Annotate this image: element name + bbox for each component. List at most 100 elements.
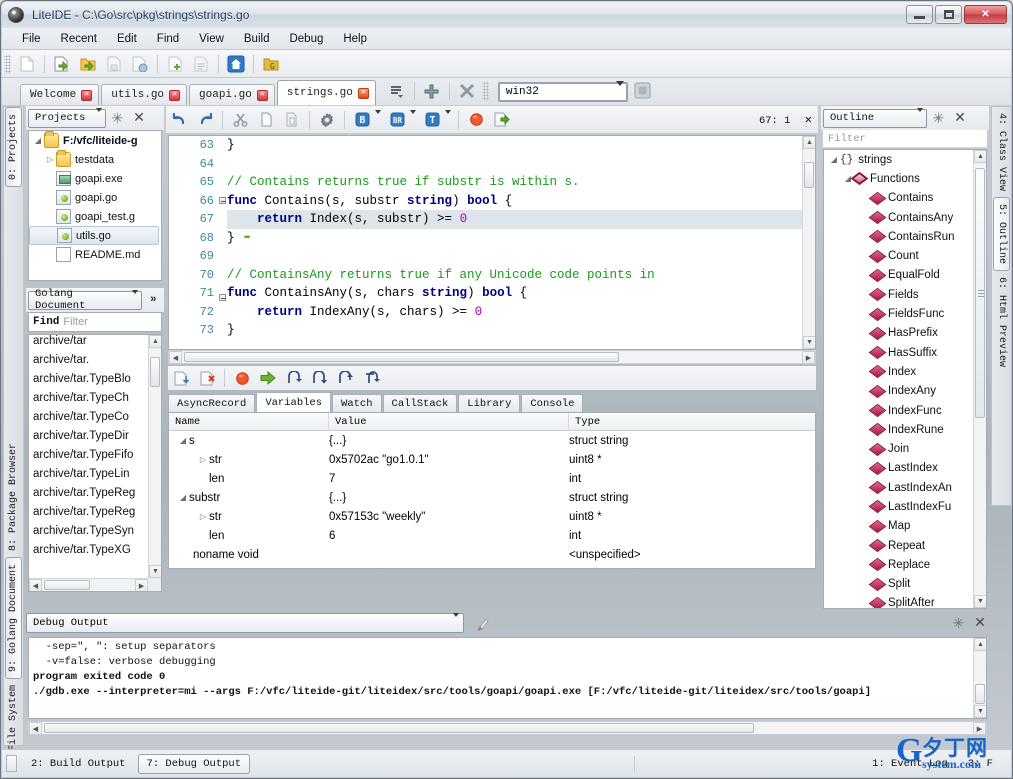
- sidebar-item-html-preview[interactable]: 6: Html Preview: [994, 271, 1009, 373]
- code-line-current[interactable]: return Index(s, substr) >= 0: [227, 210, 815, 229]
- tab-library[interactable]: Library: [458, 394, 520, 412]
- outline-row-package[interactable]: ◢ {} strings: [824, 150, 972, 169]
- golang-doc-hscrollbar[interactable]: ◀ ▶: [29, 578, 148, 591]
- outline-vscrollbar[interactable]: ▲ ▼: [973, 150, 986, 608]
- tab-watch[interactable]: Watch: [332, 394, 382, 412]
- golang-doc-find-row[interactable]: Find Filter: [28, 312, 162, 332]
- menu-file[interactable]: File: [12, 31, 51, 47]
- status-tab-event-log[interactable]: 1: Event Log: [864, 755, 956, 773]
- code-line[interactable]: // Contains returns true if substr is wi…: [227, 173, 815, 192]
- scroll-up-arrow-icon[interactable]: ▲: [974, 150, 987, 163]
- sidebar-item-package-browser[interactable]: 8: Package Browser: [6, 437, 21, 557]
- outline-row-join[interactable]: Join: [824, 439, 972, 458]
- cut-icon[interactable]: [228, 109, 252, 131]
- column-header-name[interactable]: Name: [169, 413, 329, 430]
- tab-asyncrecord[interactable]: AsyncRecord: [168, 394, 255, 412]
- scroll-thumb[interactable]: [975, 684, 985, 704]
- code-line[interactable]: [227, 247, 815, 266]
- tree-row-goapi-test-go[interactable]: goapi_test.g: [29, 207, 161, 226]
- home-icon[interactable]: [224, 53, 248, 75]
- build-t-dropdown-icon[interactable]: [445, 114, 451, 126]
- status-tab-debug-output[interactable]: 7: Debug Output: [138, 754, 251, 774]
- outline-row-indexrune[interactable]: IndexRune: [824, 420, 972, 439]
- column-header-value[interactable]: Value: [329, 413, 569, 430]
- list-item[interactable]: archive/tar.TypeXG: [29, 544, 147, 563]
- list-item[interactable]: archive/tar.TypeBlo: [29, 373, 147, 392]
- editor-tab-goapi-go[interactable]: goapi.go ✕: [189, 84, 275, 105]
- outline-row-count[interactable]: Count: [824, 246, 972, 265]
- new-file-icon[interactable]: [15, 53, 39, 75]
- outline-row-functions[interactable]: ◢ Functions: [824, 169, 972, 188]
- twisty-icon[interactable]: ▷: [197, 512, 209, 521]
- outline-row-lastindexany[interactable]: LastIndexAn: [824, 478, 972, 497]
- paste-icon[interactable]: [280, 109, 304, 131]
- output-vscrollbar[interactable]: ▲ ▼: [973, 638, 986, 718]
- twisty-icon[interactable]: ▷: [197, 455, 209, 464]
- outline-tree[interactable]: ◢ {} strings ◢ Functions Contains Contai…: [823, 149, 987, 609]
- go-tool-icon[interactable]: G: [259, 53, 283, 75]
- table-row[interactable]: ▷str 0x57153c "weekly" uint8 *: [169, 507, 815, 526]
- title-bar[interactable]: LiteIDE - C:\Go\src\pkg\strings\strings.…: [2, 2, 1011, 28]
- menu-recent[interactable]: Recent: [51, 31, 107, 47]
- twisty-icon[interactable]: ◢: [177, 493, 189, 502]
- build-t-icon[interactable]: T: [420, 109, 444, 131]
- sidebar-item-file-system[interactable]: File System: [6, 679, 21, 757]
- code-line[interactable]: [227, 155, 815, 174]
- editor-settings-gear-icon[interactable]: [315, 109, 339, 131]
- scroll-thumb[interactable]: [804, 162, 814, 188]
- outline-row-lastindex[interactable]: LastIndex: [824, 459, 972, 478]
- outline-row-containsany[interactable]: ContainsAny: [824, 208, 972, 227]
- resize-grip-icon[interactable]: [6, 755, 17, 772]
- sidebar-item-golang-document[interactable]: 9: Golang Document: [5, 557, 22, 679]
- golang-doc-selector-combo[interactable]: Golang Document: [28, 291, 142, 310]
- scroll-down-arrow-icon[interactable]: ▼: [974, 705, 987, 718]
- scroll-up-arrow-icon[interactable]: ▲: [803, 136, 816, 149]
- menu-edit[interactable]: Edit: [107, 31, 147, 47]
- table-row[interactable]: len 6 int: [169, 526, 815, 545]
- menu-find[interactable]: Find: [147, 31, 189, 47]
- tab-console[interactable]: Console: [521, 394, 583, 412]
- outline-row-replace[interactable]: Replace: [824, 555, 972, 574]
- outline-row-containsrune[interactable]: ContainsRun: [824, 227, 972, 246]
- fold-marker[interactable]: [218, 294, 227, 313]
- scroll-right-arrow-icon[interactable]: ▶: [802, 351, 815, 364]
- outline-row-indexfunc[interactable]: IndexFunc: [824, 401, 972, 420]
- list-item[interactable]: archive/tar: [29, 335, 147, 354]
- code-folding-gutter[interactable]: [218, 136, 227, 349]
- output-hscrollbar[interactable]: ◀ ▶: [28, 721, 987, 735]
- outline-row-hassuffix[interactable]: HasSuffix: [824, 343, 972, 362]
- twisty-icon[interactable]: ◢: [828, 155, 840, 164]
- code-hscrollbar[interactable]: ◀ ▶: [168, 350, 816, 364]
- code-line[interactable]: }: [227, 321, 815, 340]
- toolbar-grip[interactable]: [4, 54, 11, 74]
- scroll-left-arrow-icon[interactable]: ◀: [29, 722, 42, 735]
- tab-close-icon[interactable]: ✕: [169, 90, 180, 101]
- menu-view[interactable]: View: [189, 31, 234, 47]
- scroll-down-arrow-icon[interactable]: ▼: [803, 336, 816, 349]
- column-header-type[interactable]: Type: [569, 413, 815, 430]
- tree-row-root[interactable]: ◢ F:/vfc/liteide-g: [29, 131, 161, 150]
- table-row[interactable]: ▷str 0x5702ac "go1.0.1" uint8 *: [169, 450, 815, 469]
- stop-build-button[interactable]: [634, 82, 651, 102]
- projects-selector-combo[interactable]: Projects: [28, 109, 106, 128]
- fold-marker[interactable]: [218, 197, 227, 216]
- outline-row-lastindexfunc[interactable]: LastIndexFu: [824, 497, 972, 516]
- code-vscrollbar[interactable]: ▲ ▼: [802, 136, 815, 349]
- twisty-icon[interactable]: ◢: [177, 436, 189, 445]
- table-row[interactable]: ◢substr {...} struct string: [169, 488, 815, 507]
- menu-help[interactable]: Help: [333, 31, 377, 47]
- maximize-button[interactable]: [935, 5, 962, 24]
- code-line[interactable]: }: [227, 229, 815, 248]
- code-line[interactable]: }: [227, 136, 815, 155]
- breakpoint-gutter[interactable]: ➨: [169, 136, 188, 349]
- outline-row-equalfold[interactable]: EqualFold: [824, 266, 972, 285]
- stop-build-icon[interactable]: [464, 109, 488, 131]
- scroll-thumb[interactable]: [44, 580, 90, 590]
- scroll-down-arrow-icon[interactable]: ▼: [974, 595, 987, 608]
- scroll-right-arrow-icon[interactable]: ▶: [135, 579, 148, 592]
- tree-row-goapi-go[interactable]: goapi.go: [29, 188, 161, 207]
- scroll-thumb[interactable]: [184, 352, 619, 362]
- close-icon[interactable]: ✕: [971, 614, 989, 632]
- tab-list-icon[interactable]: [385, 80, 409, 102]
- tab-close-icon[interactable]: ✕: [257, 90, 268, 101]
